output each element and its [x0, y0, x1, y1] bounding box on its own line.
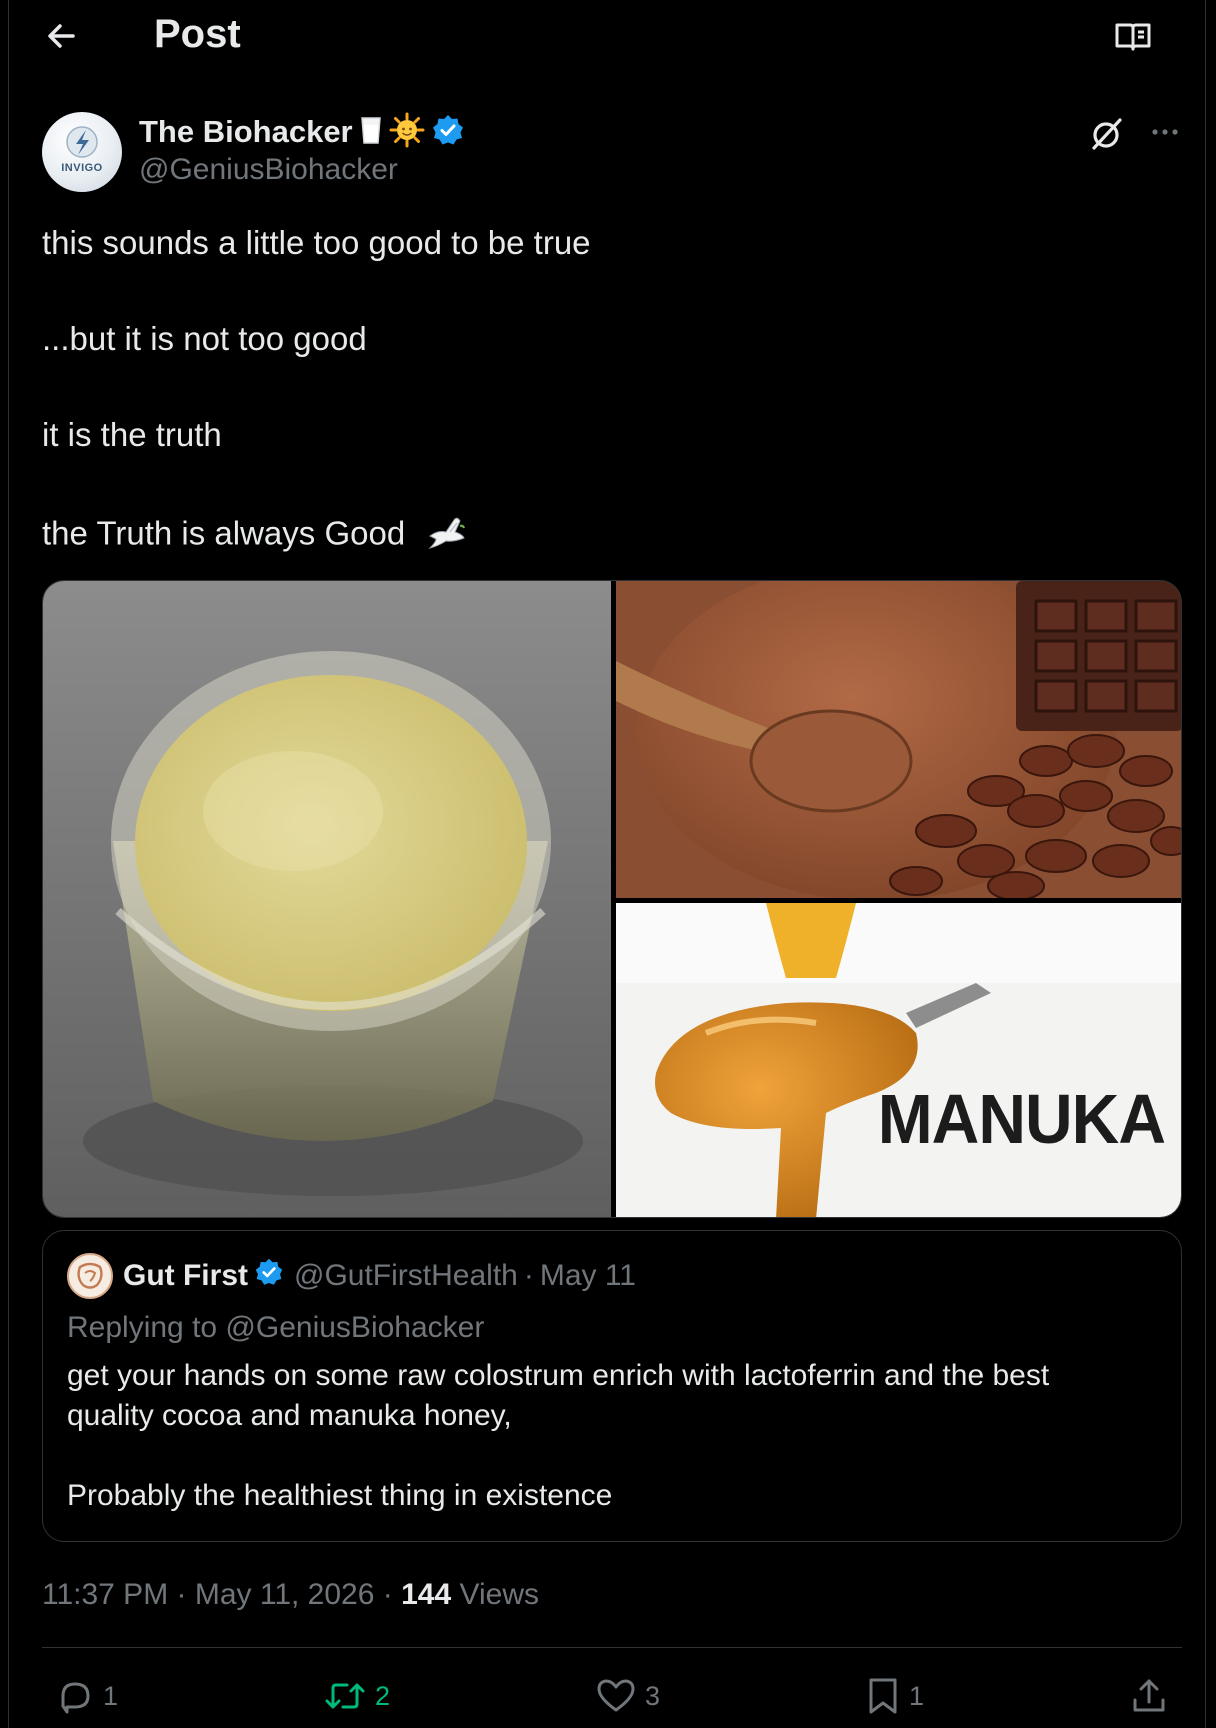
quoted-text-line-2: quality cocoa and manuka honey,	[67, 1399, 512, 1432]
sun-icon	[389, 112, 425, 153]
quoted-separator: ·	[523, 1259, 534, 1292]
repost-count: 2	[375, 1680, 391, 1711]
media-grid: MANUKA	[42, 580, 1182, 1218]
top-bar: Post	[9, 0, 1205, 72]
quoted-text-line-3: Probably the healthiest thing in existen…	[67, 1479, 613, 1512]
timestamp-dot-2: ·	[382, 1578, 402, 1611]
reply-button[interactable]: 1	[55, 1672, 118, 1720]
author-name-row: The Biohacker	[139, 112, 465, 152]
post-text-line-4: the Truth is always Good	[42, 512, 466, 560]
quoted-text-line-1: get your hands on some raw colostrum enr…	[67, 1359, 1050, 1392]
quoted-replying-to: Replying to @GeniusBiohacker	[67, 1311, 485, 1344]
bookmark-button[interactable]: 1	[865, 1672, 924, 1720]
post-screen: Post INVIGO The Biohacker @GeniusBiohack…	[8, 0, 1206, 1728]
colostrum-cup-image[interactable]	[43, 581, 611, 1217]
reader-mode-icon[interactable]	[1113, 16, 1153, 56]
share-icon	[1133, 1679, 1165, 1712]
lightning-logo-icon	[66, 126, 98, 158]
reply-icon	[61, 1682, 90, 1714]
quoted-author-avatar[interactable]	[67, 1253, 113, 1299]
quoted-post[interactable]: Gut First @GutFirstHealth · May 11 Reply…	[42, 1230, 1182, 1542]
manuka-label: MANUKA	[877, 1080, 1166, 1158]
post-date[interactable]: May 11, 2026	[195, 1578, 375, 1611]
post-text-line-3: it is the truth	[42, 416, 222, 453]
author-avatar[interactable]: INVIGO	[42, 112, 122, 192]
quoted-author-name[interactable]: Gut First	[123, 1259, 248, 1293]
quoted-date[interactable]: May 11	[540, 1259, 636, 1293]
verified-badge-icon[interactable]	[431, 113, 465, 152]
like-button[interactable]: 3	[595, 1672, 660, 1720]
quoted-header: Gut First @GutFirstHealth · May 11	[123, 1253, 636, 1299]
repost-icon	[325, 1683, 365, 1709]
quoted-author-handle[interactable]: @GutFirstHealth	[294, 1259, 518, 1293]
bookmark-count: 1	[909, 1680, 925, 1711]
views-label: Views	[459, 1578, 539, 1611]
post-timestamp: 11:37 PM · May 11, 2026 · 144 Views	[42, 1578, 539, 1612]
reply-count: 1	[103, 1680, 119, 1711]
post-time[interactable]: 11:37 PM	[42, 1578, 168, 1611]
post-text-line-2: ...but it is not too good	[42, 320, 367, 357]
milk-glass-icon	[359, 115, 383, 150]
grok-icon[interactable]	[1085, 112, 1129, 156]
heart-icon	[597, 1679, 635, 1712]
post-text-line-1: this sounds a little too good to be true	[42, 224, 591, 261]
cocoa-powder-image[interactable]	[616, 581, 1181, 898]
page-title: Post	[154, 12, 241, 56]
author-handle[interactable]: @GeniusBiohacker	[139, 153, 398, 187]
more-options-icon[interactable]	[1143, 112, 1187, 156]
avatar-brand-text: INVIGO	[61, 162, 103, 174]
timestamp-dot-1: ·	[176, 1578, 195, 1611]
gut-logo-icon	[77, 1262, 103, 1289]
views-count: 144	[401, 1578, 452, 1611]
quoted-verified-badge-icon	[254, 1257, 284, 1295]
bookmark-icon	[869, 1678, 897, 1714]
back-arrow-icon[interactable]	[39, 14, 83, 58]
post-text-line-4-text: the Truth is always Good	[42, 514, 406, 552]
like-count: 3	[645, 1680, 661, 1711]
share-button[interactable]	[1129, 1672, 1169, 1720]
manuka-honey-image[interactable]: MANUKA	[616, 903, 1181, 1217]
divider	[42, 1647, 1182, 1648]
author-name[interactable]: The Biohacker	[139, 114, 353, 150]
repost-button[interactable]: 2	[323, 1672, 390, 1720]
dove-icon	[424, 512, 466, 560]
